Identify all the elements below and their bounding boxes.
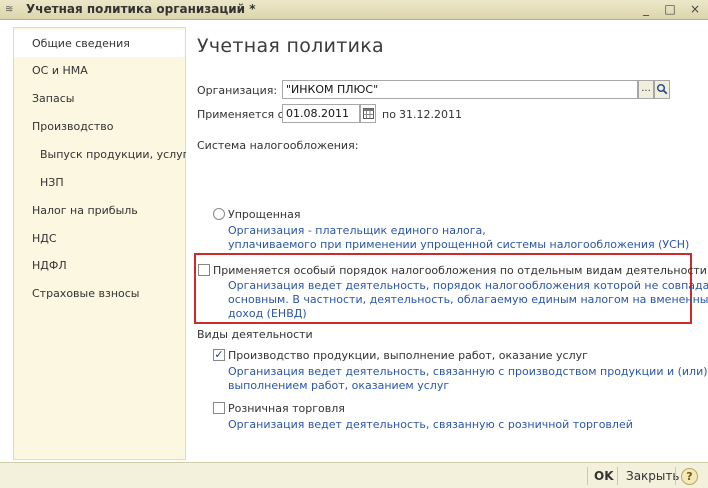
organization-field[interactable]: "ИНКОМ ПЛЮС" — [282, 80, 638, 99]
window-titlebar: ≋ Учетная политика организаций * _ □ × — [0, 0, 708, 20]
special-regime-checkbox[interactable] — [198, 264, 210, 276]
sidebar-item-label: Налог на прибыль — [32, 204, 138, 217]
sidebar-item-label: Запасы — [32, 92, 75, 105]
sidebar-item-label: ОС и НМА — [32, 64, 88, 77]
sidebar-item-insurance[interactable]: Страховые взносы — [14, 280, 185, 307]
simplified-description: Организация - плательщик единого налога, — [228, 224, 486, 237]
retail-checkbox[interactable] — [213, 402, 225, 414]
close-window-button[interactable]: × — [686, 1, 704, 18]
sidebar-item-label: НДФЛ — [32, 259, 67, 272]
organization-open-button[interactable] — [654, 80, 670, 99]
page-title: Учетная политика — [197, 35, 384, 57]
magnifier-icon — [656, 83, 668, 95]
close-button[interactable]: Закрыть — [626, 467, 679, 485]
calendar-icon — [362, 108, 374, 119]
minimize-button[interactable]: _ — [637, 1, 655, 18]
sidebar-item-label: Страховые взносы — [32, 287, 140, 300]
sidebar-item-production[interactable]: Производство — [14, 113, 185, 140]
sidebar-item-label: НЗП — [40, 176, 64, 189]
applies-from-date-field[interactable]: 01.08.2011 — [282, 104, 360, 123]
sidebar-item-vat[interactable]: НДС — [14, 225, 185, 252]
sidebar-item-inventory[interactable]: Запасы — [14, 85, 185, 112]
special-regime-label[interactable]: Применяется особый порядок налогообложен… — [213, 264, 707, 277]
main-panel: Учетная политика Организация: "ИНКОМ ПЛЮ… — [186, 27, 708, 460]
to-date-value: 31.12.2011 — [399, 108, 462, 121]
simplified-description: уплачиваемого при применении упрощенной … — [228, 238, 690, 251]
simplified-label[interactable]: Упрощенная — [228, 208, 300, 221]
window-title: Учетная политика организаций * — [26, 2, 256, 16]
footer-separator — [617, 467, 618, 485]
production-description: выполнением работ, оказанием услуг — [228, 379, 450, 392]
sidebar-item-personal-income-tax[interactable]: НДФЛ — [14, 252, 185, 279]
ok-button[interactable]: OK — [594, 467, 614, 485]
footer-separator — [675, 467, 676, 485]
special-regime-description: Организация ведет деятельность, порядок … — [228, 279, 708, 292]
organization-select-button[interactable]: ... — [638, 80, 654, 99]
activities-label: Виды деятельности — [197, 328, 313, 341]
app-icon: ≋ — [5, 4, 14, 15]
sidebar-item-wip[interactable]: НЗП — [14, 169, 185, 196]
to-label: по — [382, 108, 396, 121]
production-label[interactable]: Производство продукции, выполнение работ… — [228, 349, 588, 362]
sidebar-item-label: НДС — [32, 232, 57, 245]
sidebar-item-general[interactable]: Общие сведения — [14, 30, 185, 57]
retail-label[interactable]: Розничная торговля — [228, 402, 345, 415]
simplified-radio[interactable] — [213, 208, 225, 220]
footer-bar: OK Закрыть ? — [0, 462, 708, 488]
maximize-button[interactable]: □ — [661, 1, 679, 18]
applies-from-label: Применяется с: — [197, 108, 288, 121]
help-icon[interactable]: ? — [681, 468, 698, 485]
sidebar-item-label: Общие сведения — [32, 37, 130, 50]
tax-system-label: Система налогообложения: — [197, 139, 359, 152]
sidebar-item-label: Производство — [32, 120, 114, 133]
production-checkbox[interactable]: ✓ — [213, 349, 225, 361]
sidebar: Общие сведения ОС и НМА Запасы Производс… — [13, 27, 189, 460]
sidebar-item-fixed-assets[interactable]: ОС и НМА — [14, 57, 185, 84]
special-regime-description: основным. В частности, деятельность, обл… — [228, 293, 708, 306]
special-regime-description: доход (ЕНВД) — [228, 307, 307, 320]
calendar-button[interactable] — [360, 104, 376, 123]
retail-description: Организация ведет деятельность, связанну… — [228, 418, 633, 431]
sidebar-item-profit-tax[interactable]: Налог на прибыль — [14, 197, 185, 224]
sidebar-item-output[interactable]: Выпуск продукции, услуг — [14, 141, 189, 168]
footer-separator — [587, 467, 588, 485]
production-description: Организация ведет деятельность, связанну… — [228, 365, 708, 378]
organization-label: Организация: — [197, 84, 278, 97]
sidebar-item-label: Выпуск продукции, услуг — [40, 148, 189, 161]
